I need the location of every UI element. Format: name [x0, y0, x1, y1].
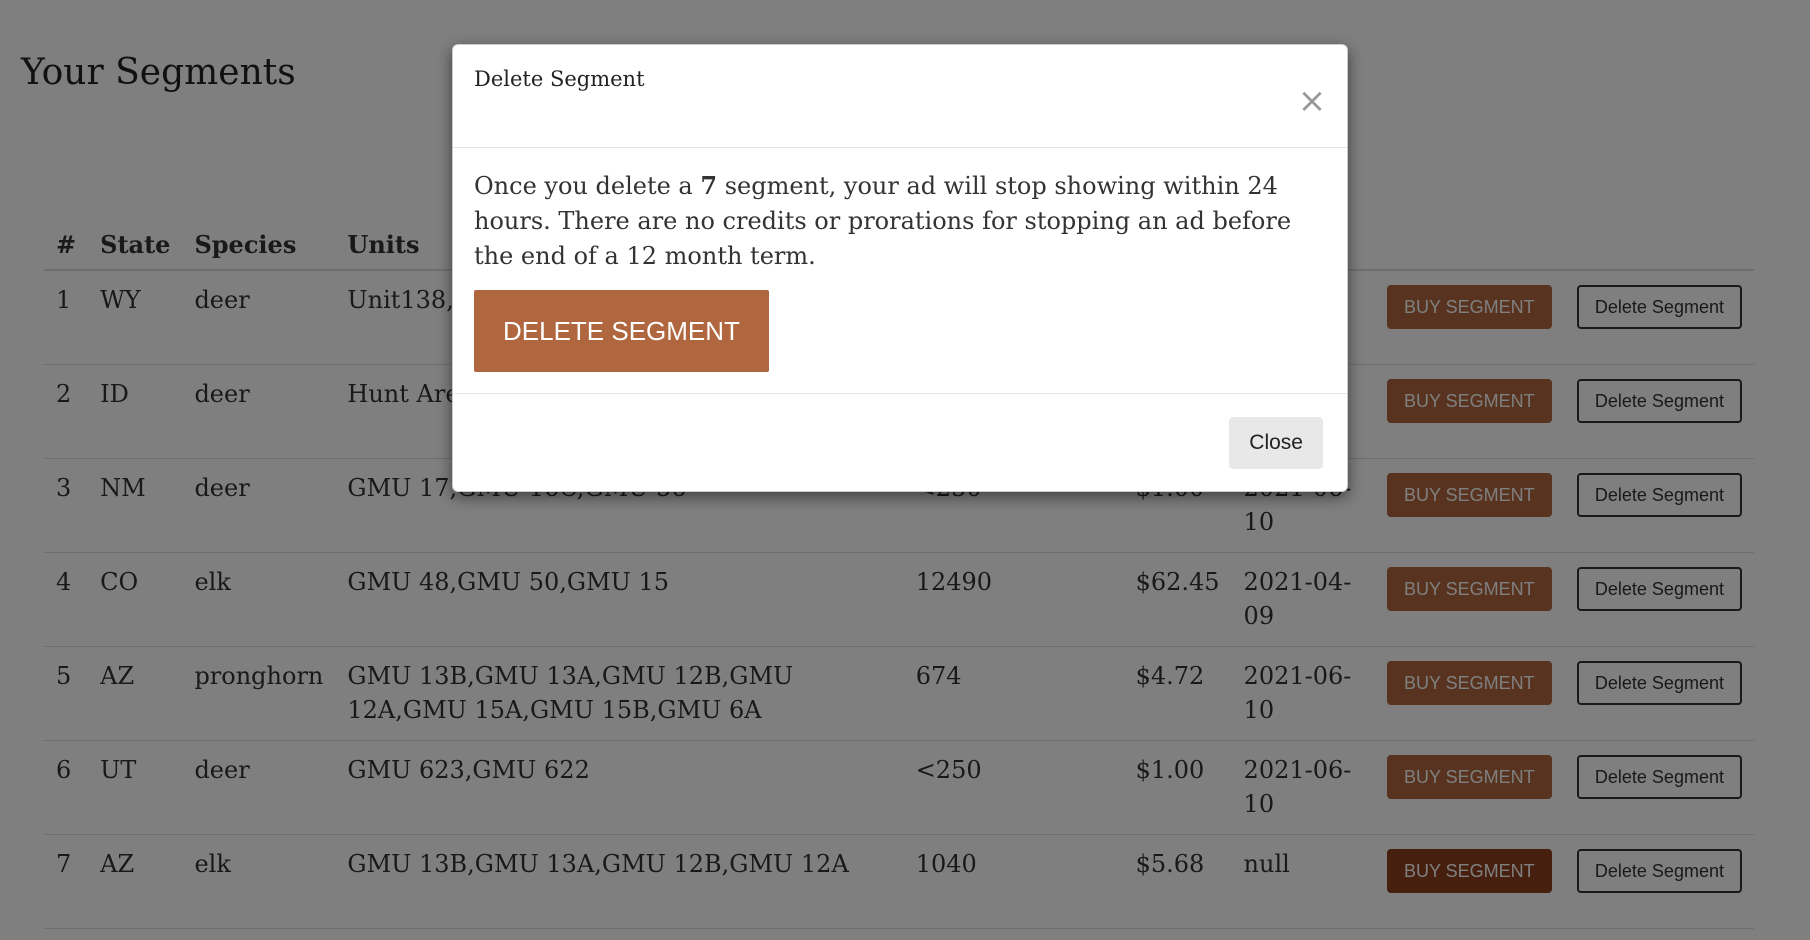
modal-message: Once you delete a 7 segment, your ad wil… [474, 168, 1326, 274]
modal-body: Once you delete a 7 segment, your ad wil… [453, 148, 1347, 394]
confirm-delete-segment-button[interactable]: DELETE SEGMENT [474, 290, 769, 372]
segment-number: 7 [700, 171, 718, 200]
close-button[interactable]: Close [1229, 417, 1323, 469]
close-icon[interactable]: × [1297, 84, 1327, 118]
message-text-before: Once you delete a [474, 172, 701, 200]
modal-footer: Close [453, 394, 1347, 492]
delete-segment-modal: Delete Segment × Once you delete a 7 seg… [452, 44, 1348, 492]
modal-title: Delete Segment [474, 67, 645, 91]
modal-header: Delete Segment × [453, 45, 1347, 148]
